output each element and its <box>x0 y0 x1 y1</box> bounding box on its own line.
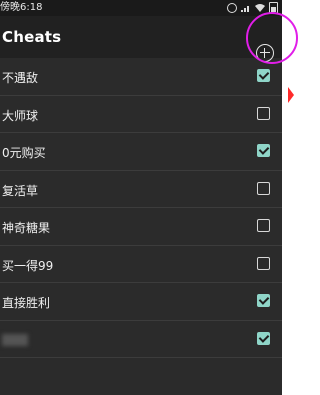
app-bar: Cheats <box>0 16 282 62</box>
cheat-row[interactable]: 大师球 <box>0 96 282 133</box>
cheat-label: 大师球 <box>2 108 39 123</box>
edge-marker <box>288 87 294 103</box>
signal-icon <box>241 6 249 12</box>
cheat-label: 直接胜利 <box>2 296 51 310</box>
checkbox-unchecked[interactable] <box>257 219 270 232</box>
checkbox-checked[interactable] <box>257 144 270 157</box>
cheat-row[interactable]: 不遇敌 <box>0 58 282 96</box>
cheat-label: 不遇敌 <box>2 71 39 85</box>
checkbox-unchecked[interactable] <box>257 181 270 195</box>
status-bar: 傍晚6:18 <box>0 0 282 16</box>
cheat-list: 不遇敌大师球 0元购买复活草神奇糖果买一得99 直接胜利 <box>0 58 282 358</box>
checkbox-checked[interactable] <box>257 294 270 307</box>
alarm-icon <box>227 3 237 13</box>
blurred-label <box>2 333 28 346</box>
page-title: Cheats <box>2 28 62 46</box>
cheat-row[interactable]: 买一得99 <box>0 246 282 283</box>
cheat-row[interactable] <box>0 321 282 358</box>
cheat-row[interactable]: 复活草 <box>0 171 282 208</box>
wifi-icon <box>255 4 265 12</box>
highlight-circle <box>246 12 298 64</box>
cheat-label: 神奇糖果 <box>2 221 51 235</box>
status-time: 傍晚6:18 <box>0 2 43 13</box>
checkbox-unchecked[interactable] <box>257 106 270 120</box>
cheat-row[interactable]: 直接胜利 <box>0 283 282 321</box>
cheat-label: 买一得99 <box>2 258 54 273</box>
checkbox-unchecked[interactable] <box>257 256 270 270</box>
cheat-label: 复活草 <box>2 183 39 198</box>
cheat-row[interactable]: 神奇糖果 <box>0 208 282 246</box>
checkbox-checked[interactable] <box>257 331 270 345</box>
cheat-row[interactable]: 0元购买 <box>0 133 282 171</box>
app-screen: 傍晚6:18 Cheats 不遇敌大师球 0元购买复活草神奇糖果买一得99 直接胜利 <box>0 0 282 395</box>
checkbox-checked[interactable] <box>257 69 270 82</box>
cheat-label: 0元购买 <box>2 146 46 160</box>
